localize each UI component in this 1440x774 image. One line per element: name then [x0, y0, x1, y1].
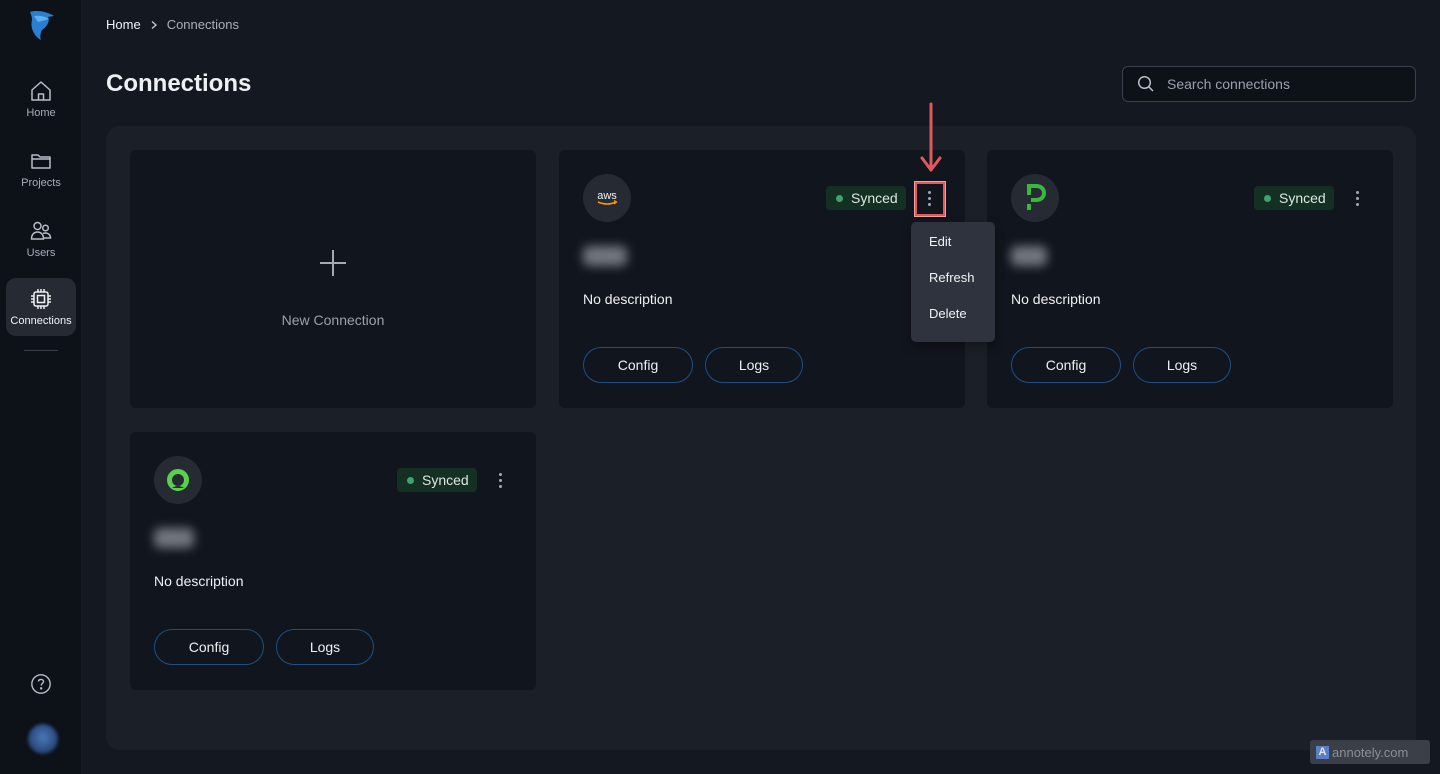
status-label: Synced: [422, 472, 469, 488]
connection-card: Synced No description Config Logs: [130, 432, 536, 690]
sidebar-item-projects[interactable]: Projects: [6, 140, 76, 198]
sidebar-divider: [24, 350, 58, 351]
config-button[interactable]: Config: [1011, 347, 1121, 383]
more-options-button[interactable]: [488, 468, 512, 492]
kebab-dot: [1355, 202, 1359, 206]
more-options-button[interactable]: [917, 186, 941, 210]
chip-icon: [31, 289, 51, 309]
more-options-button[interactable]: [1345, 186, 1369, 210]
status-badge: Synced: [826, 186, 906, 210]
kebab-dot: [1355, 190, 1359, 194]
sidebar-item-label: Users: [26, 247, 56, 259]
plus-icon: [320, 250, 346, 276]
kebab-dot: [498, 478, 502, 482]
kebab-dot: [927, 196, 931, 200]
sidebar-item-label: Connections: [10, 315, 72, 327]
search-input[interactable]: [1167, 76, 1407, 92]
app-root: Home Projects Users Connections Home Con…: [0, 0, 1440, 774]
status-dot-icon: [407, 476, 414, 484]
sidebar: Home Projects Users Connections: [0, 0, 82, 774]
menu-item-delete[interactable]: Delete: [911, 304, 995, 340]
kebab-dot: [498, 484, 502, 488]
kebab-dot: [1355, 196, 1359, 200]
sidebar-item-connections[interactable]: Connections: [6, 278, 76, 336]
home-icon: [31, 81, 51, 101]
watermark-logo-icon: A: [1316, 745, 1329, 759]
chevron-right-icon: [151, 20, 157, 29]
connection-description: No description: [154, 573, 244, 589]
config-button[interactable]: Config: [583, 347, 693, 383]
new-connection-label: New Connection: [281, 312, 385, 328]
folder-icon: [31, 154, 51, 169]
connection-card: aws Synced No description Config Logs: [559, 150, 965, 408]
sidebar-item-home[interactable]: Home: [6, 70, 76, 128]
search-box: [1122, 66, 1416, 102]
new-connection-card[interactable]: New Connection: [130, 150, 536, 408]
config-button[interactable]: Config: [154, 629, 264, 665]
connection-card: Synced No description Config Logs: [987, 150, 1393, 408]
status-dot-icon: [1264, 194, 1271, 202]
menu-item-edit[interactable]: Edit: [911, 232, 995, 268]
search-icon: [1137, 75, 1154, 92]
status-label: Synced: [851, 190, 898, 206]
sidebar-item-label: Projects: [21, 177, 61, 189]
status-dot-icon: [836, 194, 843, 202]
connection-name-redacted: [1011, 246, 1047, 266]
page-title: Connections: [106, 70, 252, 97]
p-logo-icon: [1011, 174, 1059, 222]
logs-button[interactable]: Logs: [276, 629, 374, 665]
sidebar-item-users[interactable]: Users: [6, 210, 76, 268]
aws-logo-icon: aws: [583, 174, 631, 222]
status-badge: Synced: [1254, 186, 1334, 210]
menu-item-refresh[interactable]: Refresh: [911, 268, 995, 304]
kebab-dot: [927, 202, 931, 206]
breadcrumb-current: Connections: [166, 17, 239, 32]
status-badge: Synced: [397, 468, 477, 492]
ring-logo-icon: [154, 456, 202, 504]
breadcrumb-home-link[interactable]: Home: [106, 17, 141, 32]
connection-name-redacted: [154, 528, 194, 548]
context-menu: Edit Refresh Delete: [911, 222, 995, 342]
connection-description: No description: [1011, 291, 1101, 307]
kebab-dot: [927, 190, 931, 194]
help-circle-icon[interactable]: [30, 673, 52, 695]
connection-name-redacted: [583, 246, 627, 266]
kebab-dot: [498, 472, 502, 476]
connection-description: No description: [583, 291, 673, 307]
watermark-text: annotely.com: [1332, 744, 1409, 760]
breadcrumb: Home Connections: [106, 17, 239, 32]
logs-button[interactable]: Logs: [1133, 347, 1231, 383]
users-icon: [30, 221, 52, 240]
watermark: A annotely.com: [1310, 740, 1430, 764]
status-label: Synced: [1279, 190, 1326, 206]
connections-panel: New Connection aws Synced No description…: [106, 126, 1416, 750]
brand-logo[interactable]: [26, 8, 58, 42]
sidebar-item-label: Home: [26, 107, 56, 119]
logs-button[interactable]: Logs: [705, 347, 803, 383]
user-avatar[interactable]: [28, 724, 58, 754]
annotation-arrow-icon: [920, 102, 942, 172]
